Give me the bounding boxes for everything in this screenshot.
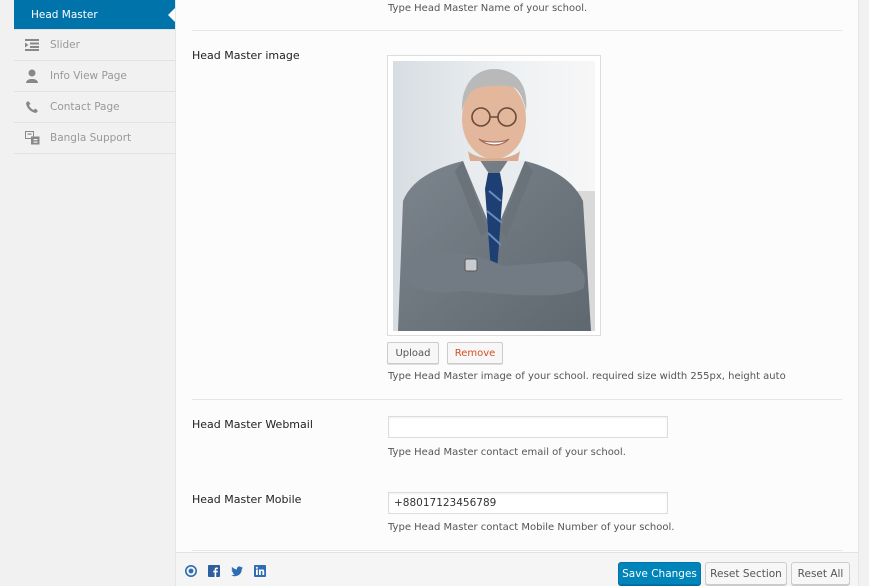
sidebar-item-label: Info View Page [50, 70, 127, 82]
head-master-name-description: Type Head Master Name of your school. [388, 3, 588, 14]
options-footer: Save Changes Reset Section Reset All [176, 552, 858, 586]
remove-button[interactable]: Remove [447, 342, 503, 364]
sidebar-item-contact-page[interactable]: Contact Page [14, 92, 175, 123]
reset-section-button[interactable]: Reset Section [705, 562, 787, 585]
head-master-photo [393, 61, 595, 331]
sidebar-item-label: Contact Page [50, 101, 120, 113]
head-master-portrait [393, 61, 595, 331]
sidebar-item-head-master[interactable]: Head Master [14, 0, 175, 30]
options-panel: Type Head Master Name of your school. He… [176, 0, 858, 552]
save-changes-button[interactable]: Save Changes [618, 562, 701, 585]
field-divider [192, 550, 842, 551]
translate-icon [24, 130, 40, 146]
facebook-icon[interactable] [208, 565, 220, 577]
head-master-image-preview [387, 55, 601, 336]
twitter-icon[interactable] [231, 565, 243, 577]
sidebar-item-label: Head Master [31, 8, 98, 21]
user-icon [24, 68, 40, 84]
head-master-mobile-description: Type Head Master contact Mobile Number o… [388, 522, 675, 533]
linkedin-icon[interactable] [254, 565, 266, 577]
admin-left-strip [0, 0, 14, 586]
sidebar-item-slider[interactable]: Slider [14, 30, 175, 61]
list-indent-icon [24, 37, 40, 53]
field-divider [192, 399, 842, 400]
upload-button[interactable]: Upload [387, 342, 439, 364]
sidebar-item-label: Slider [50, 39, 80, 51]
head-master-webmail-description: Type Head Master contact email of your s… [388, 447, 626, 458]
right-gutter [858, 0, 869, 586]
options-sidebar: Head Master Slider Info View Page Contac… [14, 0, 176, 586]
sidebar-item-bangla-support[interactable]: Bangla Support [14, 123, 175, 154]
phone-icon [24, 99, 40, 115]
head-master-mobile-input[interactable]: +88017123456789 [388, 492, 668, 514]
sidebar-item-info-view-page[interactable]: Info View Page [14, 61, 175, 92]
head-master-webmail-label: Head Master Webmail [192, 418, 313, 431]
head-master-webmail-input[interactable] [388, 416, 668, 438]
field-divider [192, 30, 842, 31]
head-master-mobile-label: Head Master Mobile [192, 493, 302, 506]
head-master-image-description: Type Head Master image of your school. r… [388, 371, 786, 382]
sidebar-item-label: Bangla Support [50, 132, 132, 144]
reset-all-button[interactable]: Reset All [791, 562, 850, 585]
circle-logo-icon[interactable] [185, 565, 197, 577]
head-master-image-label: Head Master image [192, 49, 300, 62]
